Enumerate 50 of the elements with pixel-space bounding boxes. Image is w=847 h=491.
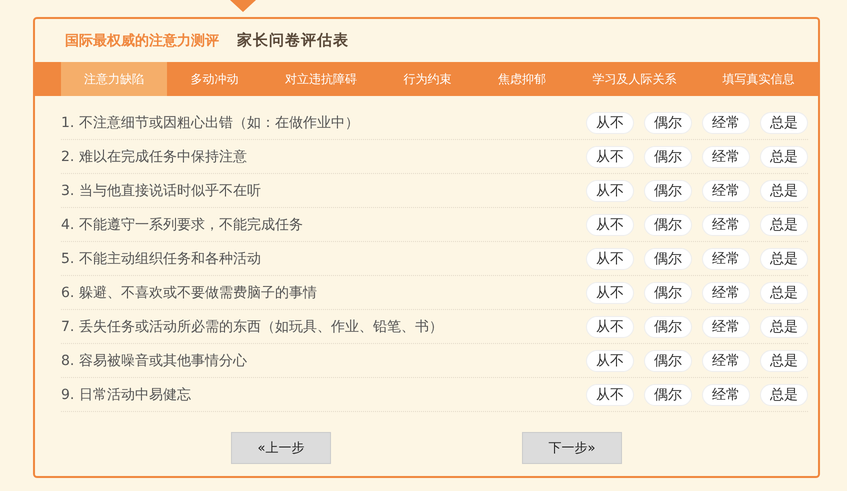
answer-option[interactable]: 从不 — [586, 180, 634, 202]
answer-option[interactable]: 经常 — [702, 214, 750, 236]
pointer-icon — [230, 0, 256, 12]
previous-button[interactable]: «上一步 — [231, 432, 331, 464]
brand-title: 国际最权威的注意力测评 — [65, 32, 219, 50]
answer-option[interactable]: 从不 — [586, 248, 634, 270]
next-button[interactable]: 下一步» — [522, 432, 622, 464]
answer-option[interactable]: 偶尔 — [644, 180, 692, 202]
form-title: 家长问卷评估表 — [237, 31, 349, 50]
answer-option[interactable]: 从不 — [586, 384, 634, 406]
question-text: 8. 容易被噪音或其他事情分心 — [61, 352, 247, 370]
answer-option[interactable]: 经常 — [702, 112, 750, 134]
answer-option[interactable]: 经常 — [702, 384, 750, 406]
answer-option[interactable]: 偶尔 — [644, 350, 692, 372]
answer-option[interactable]: 偶尔 — [644, 214, 692, 236]
answer-option[interactable]: 偶尔 — [644, 282, 692, 304]
answer-option[interactable]: 从不 — [586, 214, 634, 236]
question-text: 5. 不能主动组织任务和各种活动 — [61, 250, 261, 268]
answer-option[interactable]: 经常 — [702, 350, 750, 372]
answer-option[interactable]: 偶尔 — [644, 384, 692, 406]
answer-option[interactable]: 经常 — [702, 146, 750, 168]
answer-option[interactable]: 经常 — [702, 282, 750, 304]
question-text: 2. 难以在完成任务中保持注意 — [61, 148, 247, 166]
answer-option[interactable]: 从不 — [586, 316, 634, 338]
answer-option[interactable]: 总是 — [760, 112, 808, 134]
question-text: 4. 不能遵守一系列要求，不能完成任务 — [61, 216, 303, 234]
answer-option[interactable]: 偶尔 — [644, 146, 692, 168]
question-text: 1. 不注意细节或因粗心出错（如：在做作业中） — [61, 114, 359, 132]
answer-option[interactable]: 经常 — [702, 316, 750, 338]
answer-option[interactable]: 偶尔 — [644, 316, 692, 338]
answer-option[interactable]: 总是 — [760, 384, 808, 406]
answer-option[interactable]: 总是 — [760, 316, 808, 338]
question-text: 9. 日常活动中易健忘 — [61, 386, 191, 404]
answer-option[interactable]: 总是 — [760, 146, 808, 168]
answer-option[interactable]: 从不 — [586, 350, 634, 372]
answer-option[interactable]: 总是 — [760, 180, 808, 202]
answer-option[interactable]: 从不 — [586, 282, 634, 304]
answer-option[interactable]: 从不 — [586, 112, 634, 134]
question-text: 6. 躲避、不喜欢或不要做需费脑子的事情 — [61, 284, 317, 302]
answer-option[interactable]: 总是 — [760, 350, 808, 372]
answer-option[interactable]: 偶尔 — [644, 112, 692, 134]
answer-option[interactable]: 总是 — [760, 248, 808, 270]
question-text: 7. 丢失任务或活动所必需的东西（如玩具、作业、铅笔、书） — [61, 318, 443, 336]
answer-option[interactable]: 偶尔 — [644, 248, 692, 270]
question-text: 3. 当与他直接说话时似乎不在听 — [61, 182, 261, 200]
answer-option[interactable]: 经常 — [702, 180, 750, 202]
answer-option[interactable]: 从不 — [586, 146, 634, 168]
answer-option[interactable]: 总是 — [760, 282, 808, 304]
answer-option[interactable]: 经常 — [702, 248, 750, 270]
answer-option[interactable]: 总是 — [760, 214, 808, 236]
